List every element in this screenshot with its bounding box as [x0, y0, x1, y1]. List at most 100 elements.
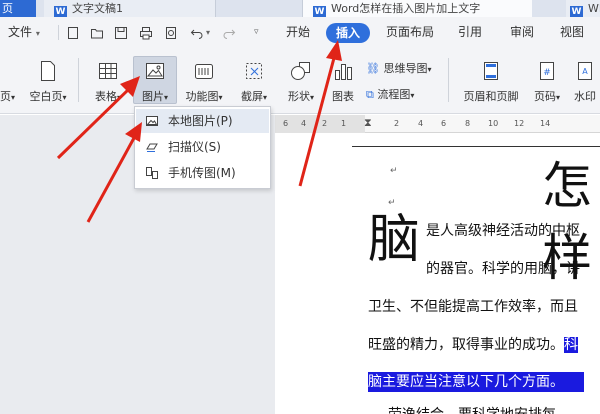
page-number-icon: # [540, 62, 554, 80]
picture-button[interactable]: 图片▾ [134, 60, 176, 104]
ribbon-divider [78, 58, 79, 102]
menu-file-label: 文件 [8, 25, 33, 39]
local-picture-icon [146, 116, 158, 126]
phone-upload-label: 手机传图(M) [168, 166, 236, 180]
header-footer-label: 页眉和页脚 [463, 90, 519, 103]
paragraph-mark-icon: ↵ [388, 198, 396, 208]
paragraph-line-6: 劳逸结合，要科学地安排每 [388, 405, 556, 414]
menu-reference[interactable]: 引用 [458, 17, 482, 48]
ruler-tick-label: 2 [394, 119, 400, 128]
picture-label: 图片 [141, 90, 164, 103]
picture-icon [146, 63, 164, 79]
blank-page-icon [41, 61, 55, 81]
ruler-tick-label: 6 [441, 119, 447, 128]
scanner-icon [146, 143, 158, 152]
shape-icon [291, 62, 310, 80]
tab-home[interactable]: 页 [0, 0, 36, 17]
menu-start[interactable]: 开始 [286, 17, 310, 48]
word-doc-icon: W [54, 6, 67, 17]
table-button[interactable]: 表格▾ [88, 60, 128, 104]
tab-wps-label: WP [588, 2, 600, 15]
scanner-label: 扫描仪(S) [168, 140, 221, 154]
paragraph-mark-icon: ↵ [390, 166, 398, 176]
table-label: 表格 [94, 90, 117, 103]
menu-page-layout[interactable]: 页面布局 [386, 17, 434, 48]
ruler-tick-label: 4 [418, 119, 424, 128]
paragraph-line-4: 旺盛的精力，取得事业的成功。科 [368, 335, 578, 355]
paragraph-line-2: 的器官。科学的用脑，讲 [426, 261, 580, 277]
function-chart-button[interactable]: 功能图▾ [180, 60, 228, 104]
new-doc-icon[interactable] [66, 26, 80, 40]
mindmap-button[interactable]: ⛓ 思维导图▾ [366, 60, 431, 76]
screenshot-icon [246, 63, 262, 79]
print-preview-icon[interactable] [164, 26, 178, 40]
tab-web-label: Word怎样在插入图片加上文字 [331, 2, 481, 15]
page-number-button[interactable]: # 页码▾ [530, 60, 564, 104]
ruler-tick-label: 2 [322, 119, 328, 128]
ruler-tick-label: 10 [488, 119, 499, 128]
save-icon[interactable] [114, 26, 128, 40]
tab-document[interactable]: W 文字文稿1 [44, 0, 216, 17]
wps-icon: W [570, 6, 583, 17]
tab-strip: 页 W 文字文稿1 W Word怎样在插入图片加上文字 W WP [0, 0, 600, 17]
watermark-icon: A [578, 62, 592, 80]
phone-transfer-icon [146, 167, 158, 179]
header-footer-icon [484, 62, 498, 80]
dropdown-scanner[interactable]: 扫描仪(S) [136, 135, 269, 159]
menu-insert[interactable]: 插入 [326, 23, 370, 43]
screenshot-label: 截屏 [240, 90, 263, 103]
page-number-label: 页码 [533, 90, 556, 103]
tab-wps[interactable]: W WP [566, 0, 600, 17]
menu-bar: 文件 ▾ ▾ ▿ 开始 插入 页面布局 引用 审阅 视图 [0, 17, 600, 48]
dropdown-local-picture[interactable]: 本地图片(P) [136, 109, 269, 133]
word-doc-icon: W [313, 6, 326, 17]
tab-web-article[interactable]: W Word怎样在插入图片加上文字 [302, 0, 532, 17]
function-chart-label: 功能图 [185, 90, 219, 103]
watermark-button[interactable]: A 水印 [574, 60, 600, 104]
ruler-tick-label: 12 [514, 119, 525, 128]
picture-dropdown-menu: 本地图片(P) 扫描仪(S) 手机传图(M) [134, 106, 271, 189]
ruler-indent-marker-icon[interactable]: ⧗ [364, 116, 372, 130]
dropdown-phone-upload[interactable]: 手机传图(M) [136, 161, 269, 185]
undo-icon[interactable] [190, 26, 204, 40]
chart-label: 图表 [332, 90, 354, 103]
page-fragment-label: 页 [0, 90, 11, 103]
ruler-margin [275, 115, 365, 133]
table-icon [99, 63, 117, 79]
print-icon[interactable] [139, 26, 153, 40]
menu-divider [58, 25, 59, 40]
undo-dropdown-chevron-icon[interactable]: ▾ [206, 17, 210, 48]
blank-page-label: 空白页 [29, 90, 63, 103]
ruler-tick-label: 1 [341, 119, 347, 128]
open-folder-icon[interactable] [90, 26, 104, 40]
blank-page-button[interactable]: 空白页▾ [26, 60, 70, 104]
menu-review[interactable]: 审阅 [510, 17, 534, 48]
selected-text[interactable]: 科 [564, 337, 578, 353]
tab-home-label: 页 [2, 2, 13, 15]
flowchart-label: 流程图 [377, 88, 411, 101]
mindmap-label: 思维导图 [383, 62, 428, 75]
menu-view[interactable]: 视图 [560, 17, 584, 48]
page-fragment-button[interactable]: 页▾ [0, 88, 15, 104]
paragraph-line-1: 是人高级神经活动的中枢 [426, 223, 580, 239]
screenshot-button[interactable]: 截屏▾ [234, 60, 274, 104]
bar-chart-icon [335, 64, 352, 80]
selected-line-5[interactable]: 脑主要应当注意以下几个方面。 [368, 372, 584, 392]
redo-icon[interactable] [222, 26, 236, 40]
ruler-tick-label: 14 [540, 119, 551, 128]
ruler-tick-label: 8 [465, 119, 471, 128]
menu-file[interactable]: 文件 ▾ [8, 17, 40, 48]
local-picture-label: 本地图片(P) [168, 114, 233, 128]
svg-text:#: # [543, 68, 551, 78]
paragraph-line-4-text: 旺盛的精力，取得事业的成功。 [368, 337, 564, 353]
ruler-tick-label: 6 [283, 119, 289, 128]
ribbon-divider [448, 58, 449, 102]
function-chart-icon [195, 64, 213, 79]
drop-cap-char: 脑 [368, 210, 421, 270]
more-chevron-icon[interactable]: ▿ [254, 17, 259, 48]
header-footer-button[interactable]: 页眉和页脚 [458, 60, 524, 104]
shape-button[interactable]: 形状▾ [282, 60, 320, 104]
flowchart-button[interactable]: ⧉ 流程图▾ [366, 86, 414, 102]
watermark-label: 水印 [574, 90, 596, 103]
chart-button[interactable]: 图表 [326, 60, 360, 104]
